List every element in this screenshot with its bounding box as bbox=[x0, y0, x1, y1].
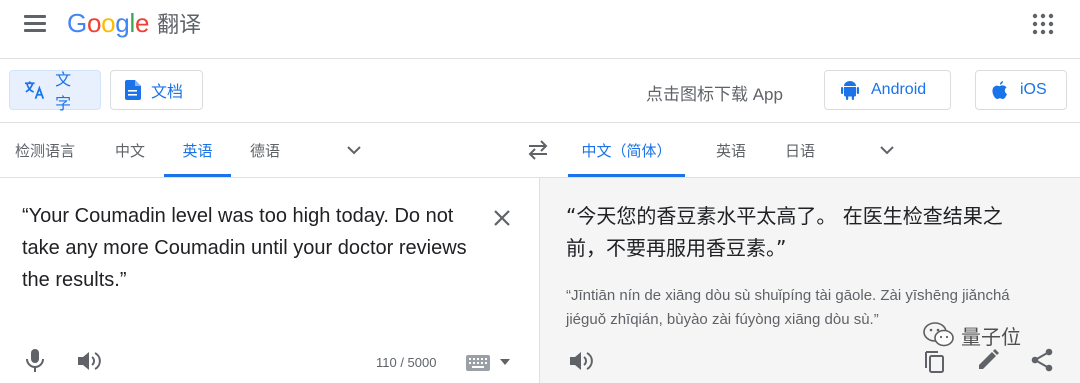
input-tools-dropdown-icon[interactable] bbox=[500, 358, 510, 366]
target-lang-label: 英语 bbox=[715, 142, 746, 160]
language-bar: 检测语言 中文 英语 德语 中文（简体） 英语 日语 bbox=[0, 123, 1080, 177]
source-lang-label: 检测语言 bbox=[14, 142, 75, 160]
source-lang-label: 德语 bbox=[249, 142, 280, 160]
target-lang-english[interactable]: 英语 bbox=[705, 123, 757, 177]
source-speaker-icon[interactable] bbox=[76, 349, 102, 373]
android-app-button[interactable]: Android bbox=[824, 70, 951, 110]
google-logo: Google bbox=[67, 8, 150, 38]
character-count: 110 / 5000 bbox=[376, 355, 437, 370]
source-lang-label: 中文 bbox=[114, 142, 145, 160]
apps-grid-icon[interactable] bbox=[1031, 12, 1055, 36]
edit-pencil-icon[interactable] bbox=[976, 348, 1000, 372]
wechat-logo-icon bbox=[923, 322, 954, 347]
target-lang-japanese[interactable]: 日语 bbox=[774, 123, 826, 177]
source-lang-label: 英语 bbox=[182, 142, 213, 160]
target-lang-label: 日语 bbox=[784, 142, 815, 160]
mode-toolbar: 文字 文档 点击图标下载 App Android iOS bbox=[0, 59, 1080, 122]
keyboard-icon[interactable] bbox=[466, 355, 490, 371]
text-mode-button[interactable]: 文字 bbox=[9, 70, 101, 113]
document-mode-button[interactable]: 文档 bbox=[110, 70, 203, 110]
source-lang-chinese[interactable]: 中文 bbox=[104, 123, 156, 177]
translate-icon bbox=[24, 81, 45, 99]
target-lang-chinese-simplified[interactable]: 中文（简体） bbox=[568, 123, 685, 177]
translation-output: “今天您的香豆素水平太高了。 在医生检查结果之前，不要再服用香豆素。” bbox=[566, 204, 1003, 260]
text-mode-label: 文字 bbox=[55, 72, 72, 113]
document-mode-label: 文档 bbox=[151, 84, 184, 101]
top-bar: Google 翻译 bbox=[0, 0, 1080, 58]
share-icon[interactable] bbox=[1030, 348, 1054, 372]
source-lang-more-chevron-icon[interactable] bbox=[344, 140, 364, 160]
apple-icon bbox=[992, 81, 1007, 99]
source-text-input[interactable]: “Your Coumadin level was too high today.… bbox=[22, 200, 482, 296]
target-lang-more-chevron-icon[interactable] bbox=[877, 140, 897, 160]
ios-label: iOS bbox=[1020, 81, 1047, 98]
android-icon bbox=[841, 81, 859, 100]
source-panel: “Your Coumadin level was too high today.… bbox=[0, 178, 539, 383]
copy-icon[interactable] bbox=[922, 348, 946, 374]
clear-text-icon[interactable] bbox=[490, 206, 514, 230]
source-lang-german[interactable]: 德语 bbox=[239, 123, 291, 177]
watermark-text: 量子位 bbox=[961, 326, 1021, 349]
product-name: 翻译 bbox=[157, 12, 202, 37]
main-menu-icon[interactable] bbox=[24, 13, 48, 33]
brand-logo[interactable]: Google 翻译 bbox=[67, 7, 201, 39]
document-icon bbox=[125, 80, 141, 100]
microphone-icon[interactable] bbox=[24, 348, 46, 372]
watermark: 量子位 bbox=[923, 320, 1021, 350]
swap-languages-icon[interactable] bbox=[526, 139, 550, 161]
android-label: Android bbox=[871, 81, 927, 98]
app-promo-text: 点击图标下载 App bbox=[646, 85, 783, 104]
ios-app-button[interactable]: iOS bbox=[975, 70, 1067, 110]
source-lang-detect[interactable]: 检测语言 bbox=[13, 123, 77, 177]
source-lang-english[interactable]: 英语 bbox=[164, 123, 231, 177]
target-speaker-icon[interactable] bbox=[568, 349, 594, 373]
target-lang-label: 中文（简体） bbox=[581, 142, 672, 160]
target-panel: “今天您的香豆素水平太高了。 在医生检查结果之前，不要再服用香豆素。” “Jīn… bbox=[539, 178, 1080, 383]
